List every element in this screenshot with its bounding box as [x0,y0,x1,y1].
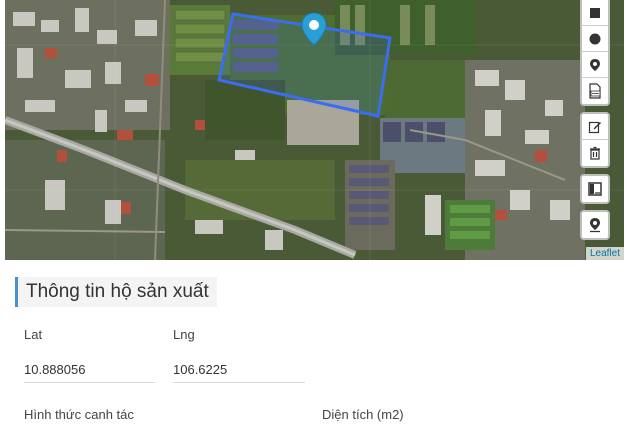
edit-layers-icon [588,121,601,133]
lng-input[interactable] [173,357,305,383]
fullscreen-button[interactable] [582,176,608,202]
import-kml-button[interactable] [582,78,608,104]
locate-button[interactable] [582,212,608,238]
draw-marker-icon [590,58,600,71]
panel-title: Thông tin hộ sản xuất [15,277,217,307]
location-marker-icon[interactable] [301,12,327,46]
delete-layers-button[interactable] [582,140,608,166]
import-kml-icon [589,83,601,99]
edit-layers-button[interactable] [582,114,608,140]
delete-layers-icon [590,146,600,160]
map-draw-toolbar [580,0,610,246]
fullscreen-group [580,174,610,204]
locate-group [580,210,610,240]
farm-info-panel: Thông tin hộ sản xuất Lat Lng Hình thức … [5,260,624,441]
farming-method-label: Hình thức canh tác [24,407,134,422]
lat-label: Lat [24,327,43,342]
lat-input[interactable] [24,357,155,383]
draw-tools-group [580,0,610,106]
page: Leaflet Thông tin hộ sản xuất Lat Lng Hì… [5,0,624,441]
fullscreen-icon [588,182,602,196]
draw-circle-button[interactable] [582,26,608,52]
map-attribution-link[interactable]: Leaflet [585,247,624,260]
lng-label: Lng [173,327,195,342]
draw-marker-button[interactable] [582,52,608,78]
area-label: Diện tích (m2) [322,407,404,422]
locate-icon [590,218,600,233]
draw-polyline-icon [590,7,600,18]
edit-tools-group [580,112,610,168]
map-view[interactable]: Leaflet [5,0,624,260]
draw-polyline-button[interactable] [582,0,608,26]
draw-circle-icon [589,33,601,44]
